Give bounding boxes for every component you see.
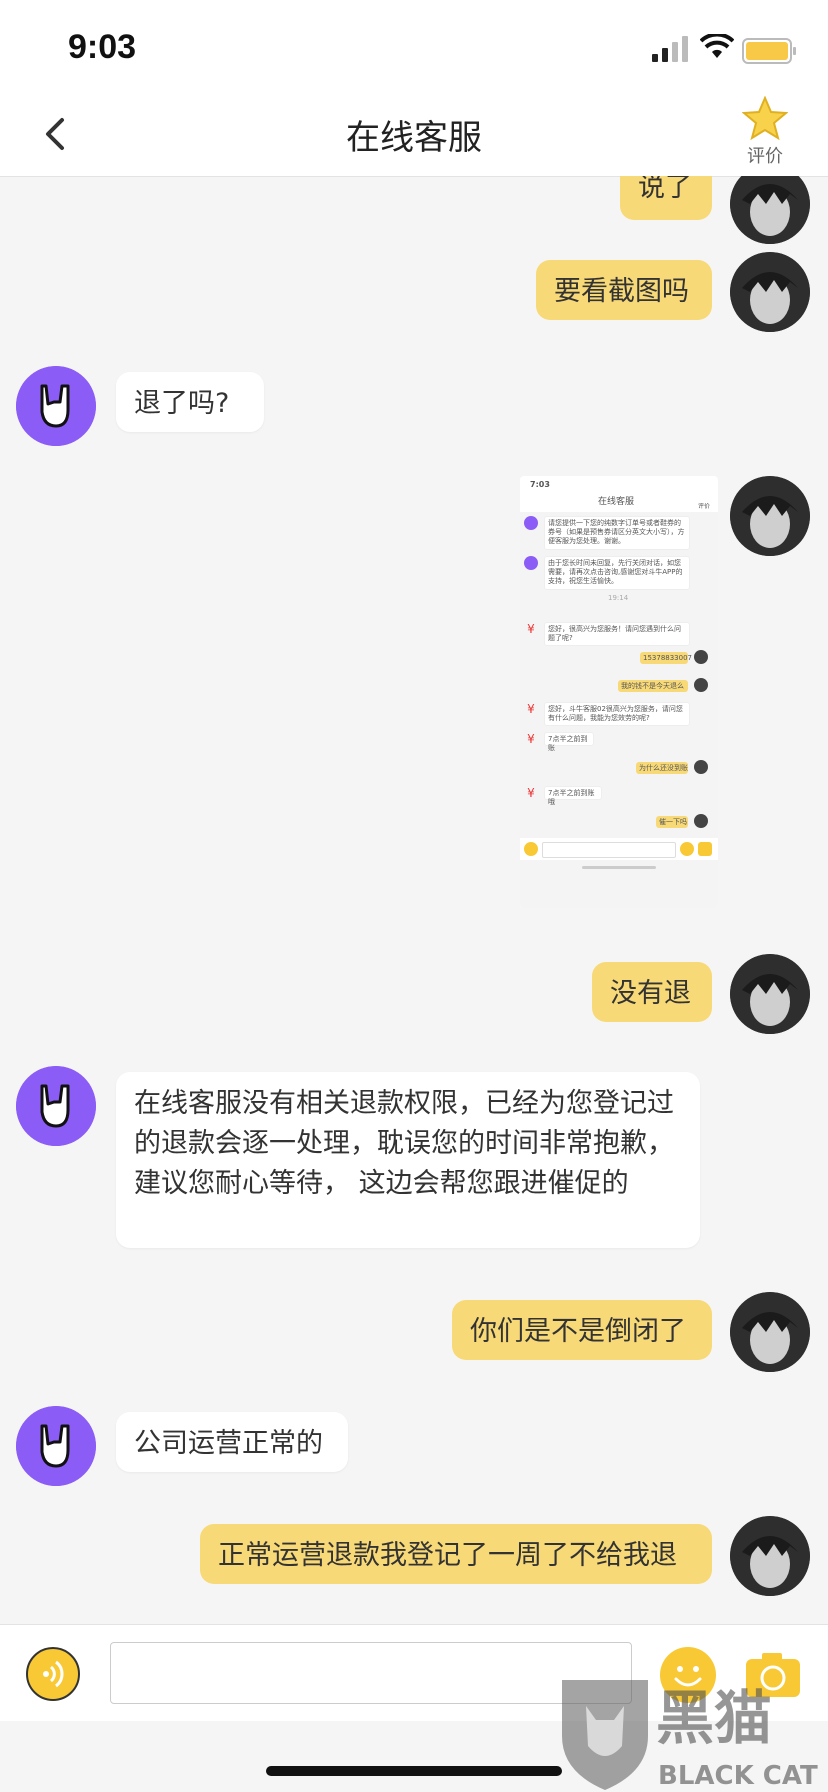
message-text: 要看截图吗 — [554, 276, 689, 307]
thumb-title: 在线客服 — [598, 497, 635, 507]
user-avatar[interactable] — [730, 1516, 810, 1596]
thumb-line: 我的钱不是今天退么 — [621, 682, 684, 690]
voice-button[interactable] — [26, 1647, 80, 1701]
thumb-line: 为什么还没到账 — [639, 764, 688, 772]
thumb-line: 您好，斗牛客服02很高兴为您服务，请问您有什么问题，我能为您效劳的呢? — [548, 705, 683, 722]
star-icon — [741, 95, 789, 141]
message-text: 公司运营正常的 — [134, 1428, 323, 1459]
thumb-line: 7点半之前到账哦 — [548, 789, 595, 806]
blackcat-watermark: 黑猫 BLACK CAT — [562, 1680, 818, 1791]
thumb-yuan-icon: ¥ — [527, 732, 535, 746]
agent-message: 公司运营正常的 — [116, 1412, 348, 1472]
user-avatar[interactable] — [730, 176, 810, 244]
thumb-yuan-icon: ¥ — [527, 702, 535, 716]
status-bar: 9:03 — [0, 0, 828, 90]
user-avatar[interactable] — [730, 252, 810, 332]
thumb-line: 催一下吗 — [659, 818, 687, 826]
message-text: 说了 — [638, 176, 692, 203]
thumb-time: 7:03 — [530, 480, 550, 489]
user-avatar[interactable] — [730, 476, 810, 556]
thumb-divider: 19:14 — [608, 594, 629, 602]
rock-hand-icon — [16, 1406, 96, 1486]
user-message: 正常运营退款我登记了一周了不给我退 — [200, 1524, 712, 1584]
message-input[interactable] — [110, 1642, 632, 1704]
screenshot-image[interactable]: 7:03 在线客服 评价 请您提供一下您的纯数字订单号或者鞋券的券号（如果是预售… — [520, 476, 718, 908]
home-indicator — [266, 1766, 562, 1776]
page-title: 在线客服 — [346, 118, 482, 158]
message-text: 你们是不是倒闭了 — [470, 1316, 686, 1347]
thumb-line: 您好，很高兴为您服务！请问您遇到什么问题了呢? — [548, 625, 681, 642]
thumb-line: 请您提供一下您的纯数字订单号或者鞋券的券号（如果是预售券请区分英文大小写），方便… — [548, 519, 685, 545]
message-text: 正常运营退款我登记了一周了不给我退 — [218, 1540, 677, 1571]
agent-avatar[interactable] — [16, 1066, 96, 1146]
watermark-en: BLACK CAT — [658, 1761, 818, 1791]
message-text: 没有退 — [610, 978, 691, 1009]
wifi-icon — [700, 34, 734, 58]
voice-icon — [43, 1660, 64, 1688]
rock-hand-icon — [16, 366, 96, 446]
battery-icon — [742, 38, 796, 64]
watermark-cn: 黑猫 — [656, 1684, 772, 1752]
user-message: 没有退 — [592, 962, 712, 1022]
chat-area[interactable]: 说了 要看截图吗 退了吗? 7:03 在线客服 评价 请您提供一下您的纯数字订单… — [0, 176, 828, 1624]
rock-hand-icon — [16, 1066, 96, 1146]
rate-label: 评价 — [747, 146, 783, 167]
agent-message: 在线客服没有相关退款权限，已经为您登记过的退款会逐一处理，耽误您的时间非常抱歉，… — [116, 1072, 700, 1248]
message-text: 在线客服没有相关退款权限，已经为您登记过的退款会逐一处理，耽误您的时间非常抱歉，… — [134, 1088, 674, 1199]
thumb-yuan-icon: ¥ — [527, 622, 535, 636]
thumb-line: 由于您长时间未回复，先行关闭对话，如您需要，请再次点击咨询,感谢您对斗牛APP的… — [548, 559, 683, 585]
thumb-rate: 评价 — [698, 503, 711, 510]
user-message: 你们是不是倒闭了 — [452, 1300, 712, 1360]
agent-avatar[interactable] — [16, 366, 96, 446]
user-message: 说了 — [620, 176, 712, 220]
agent-avatar[interactable] — [16, 1406, 96, 1486]
signal-icon — [652, 36, 688, 62]
user-avatar[interactable] — [730, 954, 810, 1034]
thumb-line: 7点半之前到账 — [548, 735, 588, 752]
agent-message: 退了吗? — [116, 372, 264, 432]
user-message: 要看截图吗 — [536, 260, 712, 320]
thumb-yuan-icon: ¥ — [527, 786, 535, 800]
rate-button[interactable]: 评价 — [730, 95, 800, 168]
nav-bar: 在线客服 评价 — [0, 90, 828, 177]
message-text: 退了吗? — [134, 388, 230, 419]
user-avatar[interactable] — [730, 1292, 810, 1372]
status-time: 9:03 — [68, 28, 137, 66]
thumb-line: 15378833007 — [643, 654, 692, 662]
